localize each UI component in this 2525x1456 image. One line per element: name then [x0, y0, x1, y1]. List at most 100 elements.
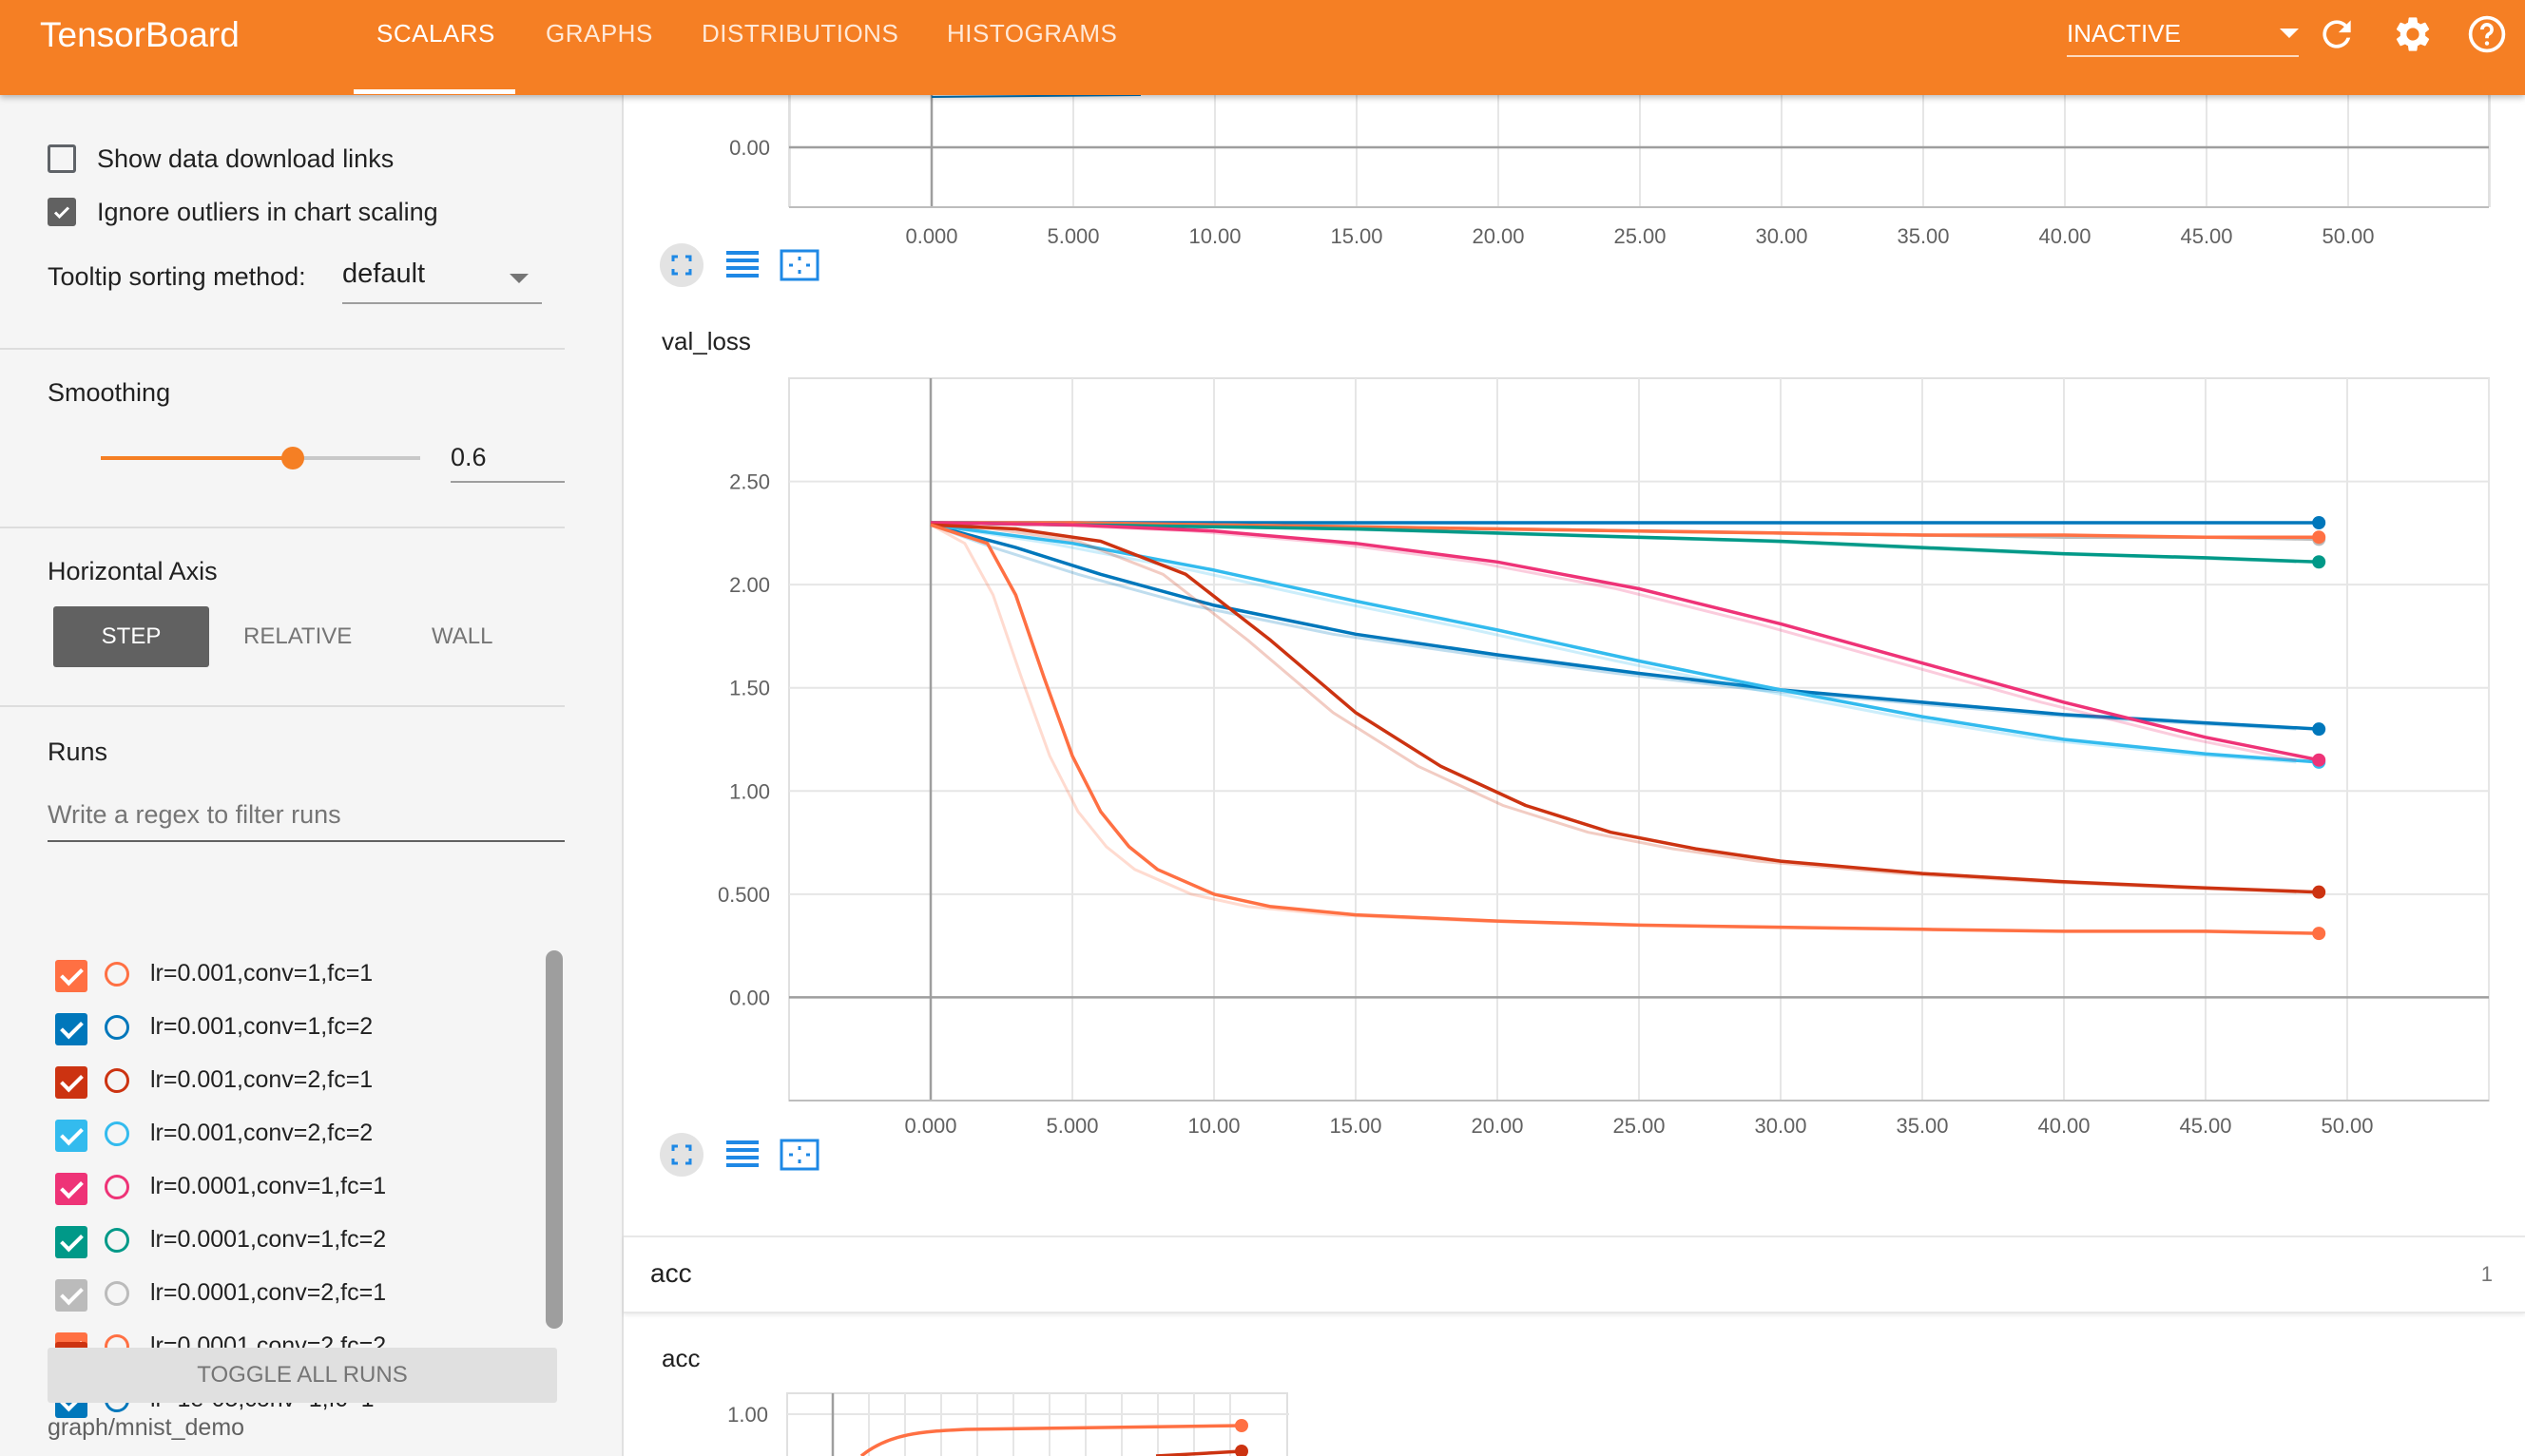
x-tick-label: 35.00 — [1896, 1114, 1948, 1138]
series-raw-line — [930, 523, 2297, 764]
run-label: lr=0.001,conv=1,fc=1 — [150, 960, 374, 987]
sidebar: Show data download links Ignore outliers… — [0, 95, 624, 1456]
run-color-circle-icon[interactable] — [105, 1175, 129, 1199]
series-end-point[interactable] — [2312, 927, 2326, 941]
expand-icon[interactable] — [660, 1133, 704, 1177]
series-line[interactable] — [859, 1424, 1243, 1456]
refresh-icon[interactable] — [2316, 13, 2358, 55]
y-tick-label: 1.00 — [729, 779, 770, 803]
run-checkbox[interactable] — [55, 1013, 87, 1045]
ignore-outliers-checkbox[interactable] — [48, 198, 76, 226]
run-color-circle-icon[interactable] — [105, 1015, 129, 1040]
toggle-log-scale-icon[interactable] — [721, 1133, 764, 1177]
app-title: TensorBoard — [40, 15, 240, 54]
tooltip-sorting-label: Tooltip sorting method: — [48, 262, 306, 291]
run-color-circle-icon[interactable] — [105, 1281, 129, 1306]
x-tick-label: 0.000 — [904, 1114, 956, 1138]
series-end-point[interactable] — [2312, 516, 2326, 529]
run-label: lr=0.0001,conv=1,fc=2 — [150, 1226, 387, 1253]
tab-histograms[interactable]: HISTOGRAMS — [947, 19, 1117, 48]
smoothing-slider-knob[interactable] — [281, 447, 304, 469]
run-label: lr=0.001,conv=1,fc=2 — [150, 1013, 374, 1040]
gear-icon[interactable] — [2392, 13, 2434, 55]
y-tick-label: 2.00 — [729, 573, 770, 597]
tab-distributions[interactable]: DISTRIBUTIONS — [702, 19, 898, 48]
chevron-down-icon — [510, 274, 529, 283]
step-button[interactable]: STEP — [53, 606, 209, 667]
run-color-circle-icon[interactable] — [105, 1121, 129, 1146]
acc-chart[interactable]: 1.00 — [624, 1342, 1289, 1456]
divider — [0, 705, 565, 707]
series-end-point[interactable] — [1235, 1419, 1248, 1432]
divider — [0, 348, 565, 350]
relative-button[interactable]: RELATIVE — [243, 606, 352, 667]
checkmark-icon — [53, 206, 70, 220]
horizontal-axis-label: Horizontal Axis — [48, 557, 218, 585]
run-color-circle-icon[interactable] — [105, 1068, 129, 1093]
run-checkbox[interactable] — [55, 960, 87, 992]
run-checkbox[interactable] — [55, 1279, 87, 1312]
fit-domain-icon[interactable] — [778, 1133, 821, 1177]
divider — [0, 527, 565, 528]
wall-button[interactable]: WALL — [432, 606, 492, 667]
inactive-select-label: INACTIVE — [2067, 19, 2181, 48]
y-tick-label: 0.00 — [729, 986, 770, 1009]
run-label: lr=0.001,conv=2,fc=1 — [150, 1066, 374, 1093]
x-tick-label: 15.00 — [1329, 1114, 1381, 1138]
x-tick-label: 5.000 — [1046, 1114, 1098, 1138]
runs-label: Runs — [48, 738, 108, 766]
run-label: lr=0.0001,conv=2,fc=1 — [150, 1279, 387, 1306]
runs-filter-underline — [48, 840, 565, 842]
run-label: lr=0.0001,conv=1,fc=1 — [150, 1173, 387, 1199]
tab-graphs[interactable]: GRAPHS — [546, 19, 653, 48]
y-tick-label: 0.500 — [718, 883, 770, 907]
series-end-point[interactable] — [2312, 722, 2326, 737]
y-tick-label: 1.50 — [729, 677, 770, 700]
tab-scalars[interactable]: SCALARS — [376, 19, 495, 48]
show-download-links-checkbox[interactable] — [48, 144, 76, 173]
series-line[interactable] — [930, 523, 2320, 894]
run-color-circle-icon[interactable] — [105, 1228, 129, 1253]
val-loss-chart[interactable]: 2.50 2.00 1.50 1.00 0.500 0.00 0.000 5.000 10.00… — [624, 95, 2525, 1140]
x-tick-label: 45.00 — [2179, 1114, 2231, 1138]
category-title: acc — [650, 1258, 692, 1288]
tooltip-sorting-select[interactable]: default — [342, 259, 425, 290]
series-raw-line — [930, 523, 2297, 935]
series-end-point[interactable] — [2312, 530, 2326, 545]
help-icon[interactable] — [2466, 13, 2508, 55]
run-checkbox[interactable] — [55, 1066, 87, 1099]
series-end-point[interactable] — [2312, 885, 2326, 899]
series-end-point[interactable] — [1235, 1445, 1248, 1456]
run-checkbox[interactable] — [55, 1120, 87, 1152]
ignore-outliers-label: Ignore outliers in chart scaling — [97, 198, 438, 226]
run-color-circle-icon[interactable] — [105, 962, 129, 987]
series-line[interactable] — [1155, 1449, 1243, 1456]
x-tick-label: 20.00 — [1471, 1114, 1523, 1138]
chevron-down-icon — [2280, 29, 2299, 38]
toggle-all-runs-button[interactable]: TOGGLE ALL RUNS — [48, 1348, 557, 1403]
acc-category-header[interactable]: acc 1 — [624, 1236, 2525, 1313]
x-tick-label: 50.00 — [2321, 1114, 2373, 1138]
series-line[interactable] — [930, 521, 2320, 762]
run-checkbox[interactable] — [55, 1226, 87, 1258]
show-download-links-label: Show data download links — [97, 144, 395, 173]
category-count: 1 — [2480, 1262, 2493, 1286]
smoothing-input-underline — [451, 481, 565, 483]
runs-scrollbar[interactable] — [546, 950, 563, 1329]
runs-filter-input[interactable]: Write a regex to filter runs — [48, 800, 341, 830]
y-tick-label: 2.50 — [729, 470, 770, 494]
run-checkbox[interactable] — [55, 1173, 87, 1205]
x-tick-label: 25.00 — [1612, 1114, 1665, 1138]
data-location-text: graph/mnist_demo — [48, 1414, 245, 1441]
series-end-point[interactable] — [2312, 555, 2326, 569]
run-label: lr=0.001,conv=2,fc=2 — [150, 1120, 374, 1146]
tooltip-sorting-underline — [342, 302, 542, 304]
x-tick-label: 10.00 — [1187, 1114, 1240, 1138]
active-tab-indicator — [354, 89, 515, 94]
series-end-point[interactable] — [2312, 753, 2326, 767]
y-tick-label: 1.00 — [727, 1403, 768, 1427]
smoothing-label: Smoothing — [48, 378, 171, 407]
top-app-bar: TensorBoard SCALARS GRAPHS DISTRIBUTIONS… — [0, 0, 2525, 95]
inactive-dashboard-select[interactable]: INACTIVE — [2067, 17, 2299, 57]
smoothing-value-input[interactable]: 0.6 — [451, 443, 487, 472]
